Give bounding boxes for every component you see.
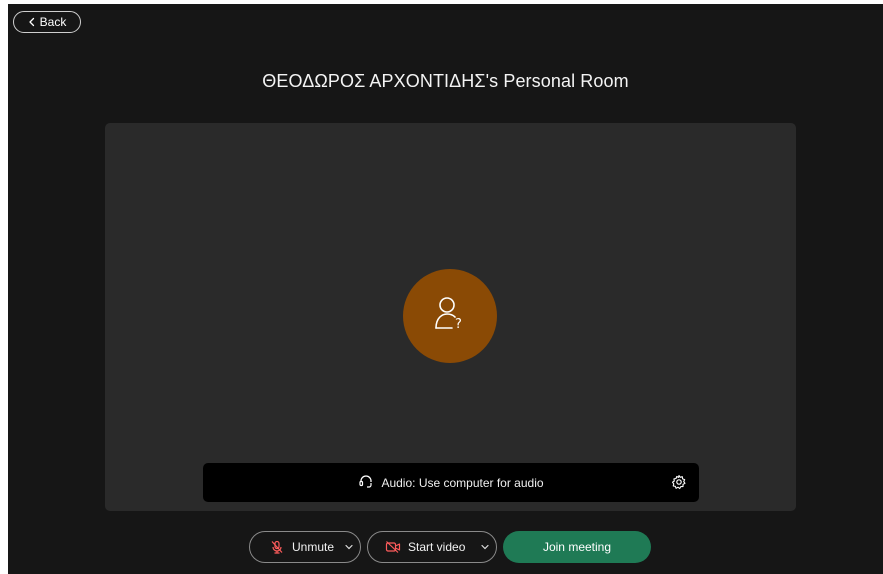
avatar: ? bbox=[403, 269, 497, 363]
camera-off-icon bbox=[385, 540, 401, 554]
start-video-label: Start video bbox=[408, 540, 466, 554]
microphone-muted-icon bbox=[270, 540, 284, 554]
audio-options-bar: Audio: Use computer for audio bbox=[203, 463, 699, 502]
audio-settings-button[interactable] bbox=[671, 474, 687, 490]
audio-connection-option[interactable]: Audio: Use computer for audio bbox=[203, 463, 699, 502]
audio-label: Audio: Use computer for audio bbox=[381, 475, 544, 490]
unmute-button[interactable]: Unmute bbox=[249, 531, 361, 563]
chevron-left-icon bbox=[28, 17, 36, 27]
unknown-user-icon: ? bbox=[428, 292, 472, 341]
chevron-down-icon[interactable] bbox=[480, 542, 490, 552]
page-title: ΘΕΟΔΩΡΟΣ ΑΡΧΟΝΤΙΔΗΣ's Personal Room bbox=[262, 71, 629, 91]
join-meeting-button[interactable]: Join meeting bbox=[503, 531, 651, 563]
headset-icon bbox=[358, 473, 374, 492]
gear-icon bbox=[671, 474, 687, 494]
video-preview: ? Audio: Use computer for audio bbox=[105, 123, 796, 511]
unmute-label: Unmute bbox=[292, 540, 335, 554]
meeting-controls: Unmute Start video Join meeting bbox=[8, 531, 883, 563]
meeting-preview-window: Back ΘΕΟΔΩΡΟΣ ΑΡΧΟΝΤΙΔΗΣ's Personal Room… bbox=[8, 4, 883, 574]
back-label: Back bbox=[39, 15, 67, 29]
svg-text:?: ? bbox=[455, 317, 462, 332]
back-button[interactable]: Back bbox=[13, 11, 81, 33]
start-video-button[interactable]: Start video bbox=[367, 531, 497, 563]
chevron-down-icon[interactable] bbox=[344, 542, 354, 552]
